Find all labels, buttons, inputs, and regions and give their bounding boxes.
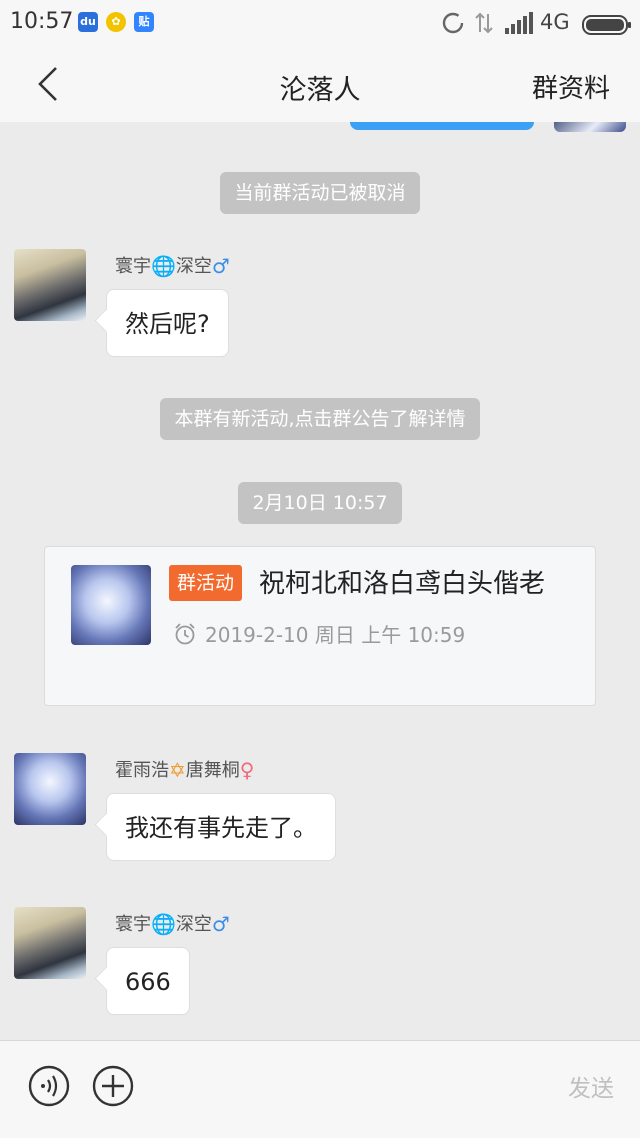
chat-area[interactable]: 当前群活动已被取消 寰宇🌐深空♂ 然后呢? 本群有新活动,点击群公告了解详情 2… (0, 122, 640, 1040)
sender-name-part: 深空 (175, 256, 212, 277)
avatar[interactable] (14, 249, 86, 321)
sender-name-part: 唐舞桐 (185, 760, 240, 781)
sender-name-part: 寰宇 (115, 914, 151, 935)
system-notice-text: 当前群活动已被取消 (220, 172, 420, 214)
alarm-clock-icon (175, 623, 195, 645)
signal-icon (505, 12, 533, 34)
data-arrows-icon (475, 12, 493, 34)
male-icon: ♂ (211, 912, 230, 936)
du-app-icon: du (78, 12, 98, 32)
avatar[interactable] (14, 753, 86, 825)
activity-time: 2019-2-10 周日 上午 10:59 (173, 619, 465, 648)
chat-title: 沦落人 (279, 75, 361, 106)
system-notice-text[interactable]: 本群有新活动,点击群公告了解详情 (160, 398, 480, 440)
previous-avatar[interactable] (554, 122, 626, 132)
female-icon: ♀ (239, 758, 255, 782)
star-of-david-icon: ✡ (169, 758, 186, 782)
activity-time-text: 2019-2-10 周日 上午 10:59 (205, 623, 466, 647)
nav-bar: 沦落人 群资料 (0, 46, 640, 122)
battery-icon (582, 15, 631, 35)
activity-tag: 群活动 (169, 565, 243, 601)
message-bubble[interactable]: 666 (106, 947, 190, 1015)
globe-icon: 🌐 (151, 254, 176, 278)
system-notice: 当前群活动已被取消 (0, 172, 640, 214)
activity-card[interactable]: 群活动 祝柯北和洛白鸢白头偕老 2019-2-10 周日 上午 10:59 (44, 546, 596, 706)
sync-icon (442, 12, 464, 34)
status-bar: 10:57 du ✿ 贴 4G (0, 0, 640, 46)
activity-thumbnail (71, 565, 151, 645)
back-chevron-icon[interactable] (30, 64, 70, 104)
activity-title: 祝柯北和洛白鸢白头偕老 (259, 569, 546, 599)
message-bubble[interactable]: 我还有事先走了。 (106, 793, 336, 861)
system-notice[interactable]: 本群有新活动,点击群公告了解详情 (0, 398, 640, 440)
send-button[interactable]: 发送 (568, 1069, 614, 1103)
voice-icon[interactable] (28, 1065, 70, 1107)
status-time: 10:57 (10, 9, 74, 34)
clover-app-icon: ✿ (106, 12, 126, 32)
network-label: 4G (540, 10, 570, 34)
sender-name-part: 霍雨浩 (115, 760, 169, 781)
sender-name: 霍雨浩✡唐舞桐♀ (115, 756, 254, 782)
plus-icon[interactable] (92, 1065, 134, 1107)
timestamp: 2月10日 10:57 (0, 482, 640, 524)
globe-icon: 🌐 (151, 912, 176, 936)
previous-message-bubble[interactable] (350, 122, 534, 130)
message-bubble[interactable]: 然后呢? (106, 289, 229, 357)
male-icon: ♂ (211, 254, 230, 278)
group-info-button[interactable]: 群资料 (532, 68, 610, 105)
avatar[interactable] (14, 907, 86, 979)
sender-name: 寰宇🌐深空♂ (115, 252, 230, 278)
sender-name: 寰宇🌐深空♂ (115, 910, 230, 936)
timestamp-text: 2月10日 10:57 (238, 482, 402, 524)
input-bar: 发送 (0, 1040, 640, 1138)
tieba-app-icon: 贴 (134, 12, 154, 32)
sender-name-part: 深空 (175, 914, 212, 935)
sender-name-part: 寰宇 (115, 256, 151, 277)
